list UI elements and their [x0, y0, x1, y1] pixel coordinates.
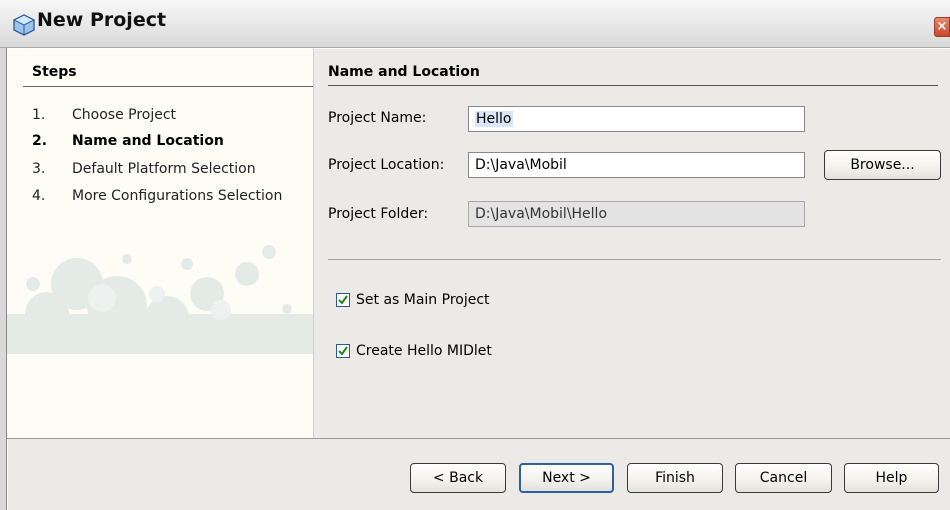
step-item-choose-project: 1. Choose Project — [32, 107, 176, 123]
step-item-more-configurations: 4. More Configurations Selection — [32, 188, 282, 204]
steps-divider — [23, 86, 313, 87]
step-label: Choose Project — [72, 107, 177, 123]
window-title: New Project — [37, 9, 167, 31]
step-number: 2. — [32, 133, 48, 149]
close-icon[interactable]: × — [934, 17, 950, 37]
project-name-value: Hello — [475, 111, 513, 127]
help-button[interactable]: Help — [844, 463, 939, 493]
checkmark-icon — [338, 295, 348, 305]
next-button[interactable]: Next > — [519, 463, 614, 493]
options-divider — [328, 259, 941, 260]
project-folder-label: Project Folder: — [328, 206, 429, 222]
step-label: More Configurations Selection — [72, 188, 283, 204]
steps-heading: Steps — [32, 64, 77, 80]
title-bar: New Project × — [0, 0, 950, 48]
back-button[interactable]: < Back — [410, 463, 506, 493]
project-folder-value: D:\Java\Mobil\Hello — [475, 206, 608, 222]
set-main-project-checkbox[interactable] — [336, 293, 350, 307]
checkmark-icon — [338, 346, 348, 356]
cancel-button[interactable]: Cancel — [735, 463, 832, 493]
project-name-label: Project Name: — [328, 110, 427, 126]
step-label: Name and Location — [72, 133, 224, 149]
step-item-default-platform: 3. Default Platform Selection — [32, 161, 256, 177]
finish-button[interactable]: Finish — [627, 463, 723, 493]
project-location-value: D:\Java\Mobil — [475, 157, 567, 173]
create-hello-midlet-label: Create Hello MIDlet — [356, 343, 492, 359]
decorative-bubbles-image — [7, 245, 313, 354]
steps-panel: Steps 1. Choose Project 2. Name and Locati… — [7, 49, 314, 438]
button-bar: < Back Next > Finish Cancel Help — [8, 439, 950, 510]
create-hello-midlet-option[interactable]: Create Hello MIDlet — [336, 343, 492, 359]
name-and-location-panel: Name and Location Project Name: Hello Pr… — [314, 49, 950, 438]
window-left-border — [0, 48, 7, 510]
set-main-project-label: Set as Main Project — [356, 292, 490, 308]
step-number: 1. — [32, 107, 46, 123]
netbeans-cube-icon — [12, 14, 36, 36]
project-name-input[interactable]: Hello — [468, 106, 805, 132]
step-number: 4. — [32, 188, 46, 204]
project-location-label: Project Location: — [328, 157, 445, 173]
project-location-input[interactable]: D:\Java\Mobil — [468, 152, 805, 178]
step-number: 3. — [32, 161, 46, 177]
project-folder-field: D:\Java\Mobil\Hello — [468, 201, 805, 227]
browse-button[interactable]: Browse... — [824, 150, 941, 180]
step-label: Default Platform Selection — [72, 161, 256, 177]
create-hello-midlet-checkbox[interactable] — [336, 344, 350, 358]
set-main-project-option[interactable]: Set as Main Project — [336, 292, 490, 308]
section-divider — [328, 85, 938, 86]
step-item-name-and-location: 2. Name and Location — [32, 133, 224, 149]
section-title: Name and Location — [328, 64, 480, 80]
